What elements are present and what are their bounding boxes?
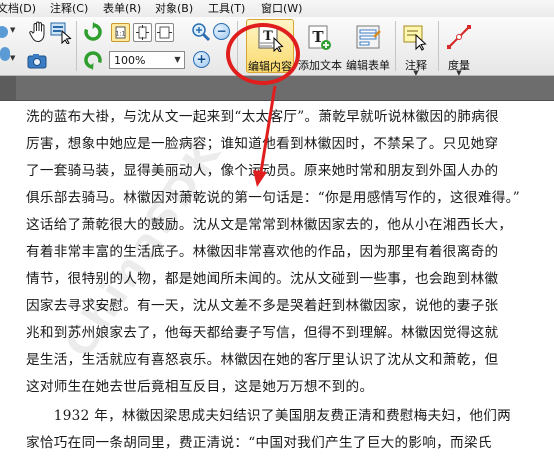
annotation-arrow-icon [253,85,277,187]
